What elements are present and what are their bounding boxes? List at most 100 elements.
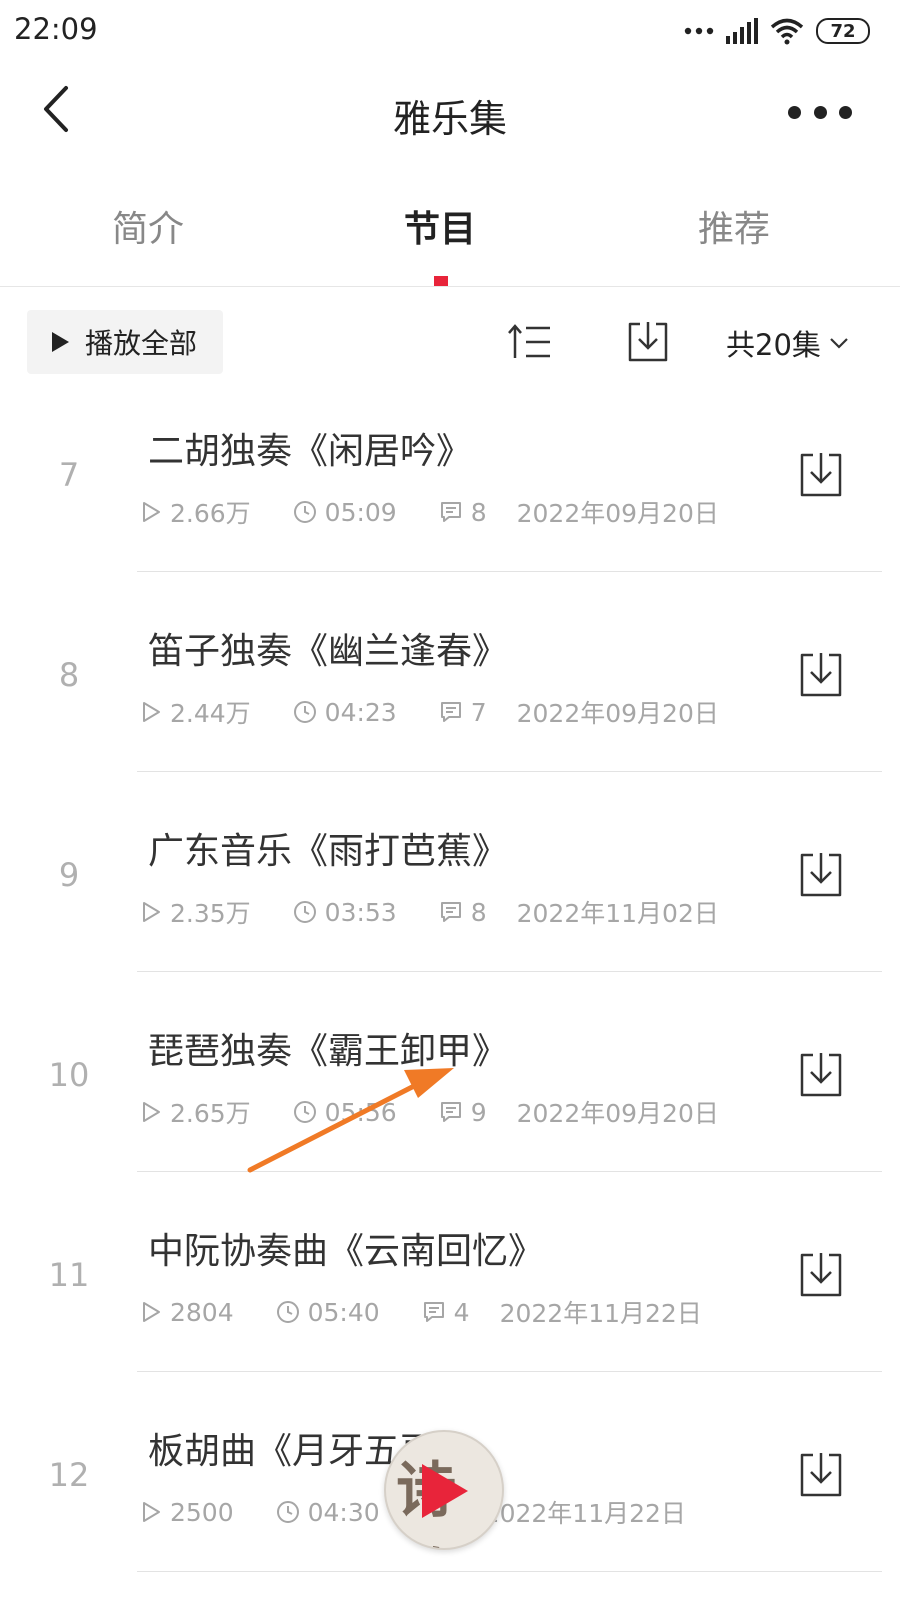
mini-player[interactable]: 诗歌 (384, 1430, 504, 1550)
duration: 05:40 (276, 1298, 380, 1327)
tab-intro[interactable]: 简介 (112, 200, 184, 252)
play-count: 2500 (138, 1498, 234, 1527)
play-count: 2.35万 (138, 894, 251, 930)
play-icon (52, 332, 69, 352)
battery-level: 72 (830, 20, 856, 42)
download-icon (800, 1253, 842, 1297)
clock-icon (293, 701, 316, 723)
status-time: 22:09 (14, 12, 98, 46)
tab-bar: 简介 节目 推荐 (0, 162, 900, 287)
more-dots-icon (684, 27, 714, 35)
episode-item[interactable]: 11 中阮协奏曲《云南回忆》 2804 05:40 4 2022年11月22日 (0, 1172, 900, 1372)
duration: 04:23 (293, 698, 397, 727)
duration: 04:30 (276, 1498, 380, 1527)
play-count-text: 2.65万 (170, 1099, 251, 1128)
comment-count: 8 (439, 498, 487, 527)
row-divider (137, 1571, 882, 1572)
play-count: 2804 (138, 1298, 234, 1327)
play-count-text: 2.44万 (170, 699, 251, 728)
episode-download-button[interactable] (796, 1250, 846, 1300)
play-all-button[interactable]: 播放全部 (27, 310, 223, 374)
duration-text: 05:40 (307, 1297, 380, 1327)
episode-title: 中阮协奏曲《云南回忆》 (148, 1231, 545, 1272)
comment-icon (440, 1102, 461, 1122)
clock-icon (293, 501, 316, 523)
episode-meta: 2804 05:40 4 2022年11月22日 (138, 1294, 702, 1330)
chevron-down-icon (830, 338, 848, 349)
comment-icon (440, 702, 461, 722)
download-icon (800, 653, 842, 697)
more-options-button[interactable] (788, 97, 852, 127)
episode-number: 11 (48, 1256, 90, 1294)
download-icon (628, 322, 668, 362)
play-count-text: 2.35万 (170, 899, 251, 928)
episode-number: 10 (48, 1056, 90, 1094)
play-count: 2.66万 (138, 494, 251, 530)
comment-icon (423, 1302, 444, 1322)
episode-title: 二胡独奏《闲居吟》 (148, 431, 473, 472)
episode-count-label: 共20集 (726, 328, 821, 362)
play-all-label: 播放全部 (85, 327, 198, 360)
clock-icon (293, 1101, 316, 1123)
play-outline-icon (143, 1502, 160, 1522)
duration-text: 03:53 (324, 897, 397, 927)
batch-download-button[interactable] (624, 318, 672, 366)
download-icon (800, 1453, 842, 1497)
episode-download-button[interactable] (796, 850, 846, 900)
play-icon (422, 1464, 468, 1518)
clock-icon (293, 901, 316, 923)
episode-number: 8 (58, 656, 80, 694)
download-icon (800, 853, 842, 897)
comment-icon (440, 502, 461, 522)
episode-count-selector[interactable]: 共20集 (726, 322, 849, 364)
publish-date: 2022年09月20日 (516, 499, 719, 528)
episode-item[interactable]: 8 笛子独奏《幽兰逢春》 2.44万 04:23 7 2022年09月20日 (0, 572, 900, 772)
comment-count: 8 (439, 898, 487, 927)
episode-item[interactable]: 9 广东音乐《雨打芭蕉》 2.35万 03:53 8 2022年11月02日 (0, 772, 900, 972)
play-outline-icon (143, 702, 160, 722)
comment-count: 7 (439, 698, 487, 727)
comment-count: 9 (439, 1098, 487, 1127)
episode-meta: 2.66万 05:09 8 2022年09月20日 (138, 494, 719, 530)
comment-count-text: 4 (453, 1297, 470, 1327)
clock-icon (276, 1501, 299, 1523)
episode-number: 12 (48, 1456, 90, 1494)
play-outline-icon (143, 502, 160, 522)
more-dot (839, 105, 852, 119)
play-count-text: 2804 (170, 1297, 234, 1327)
duration: 03:53 (293, 898, 397, 927)
sort-button[interactable] (506, 318, 554, 366)
episode-download-button[interactable] (796, 1450, 846, 1500)
duration-text: 05:09 (324, 497, 397, 527)
episode-download-button[interactable] (796, 1050, 846, 1100)
episode-download-button[interactable] (796, 450, 846, 500)
play-count: 2.65万 (138, 1094, 251, 1130)
episode-download-button[interactable] (796, 650, 846, 700)
back-button[interactable] (40, 84, 90, 140)
duration-text: 05:56 (324, 1097, 397, 1127)
episode-item[interactable]: 7 二胡独奏《闲居吟》 2.66万 05:09 8 2022年09月20日 (0, 372, 900, 572)
tab-recommend[interactable]: 推荐 (698, 200, 770, 252)
download-icon (800, 453, 842, 497)
comment-count-text: 7 (470, 697, 487, 727)
publish-date: 2022年09月20日 (516, 1099, 719, 1128)
play-count-text: 2500 (170, 1497, 234, 1527)
tab-episodes[interactable]: 节目 (404, 200, 476, 252)
comment-count-text: 8 (470, 897, 487, 927)
episode-item[interactable]: 10 琵琶独奏《霸王卸甲》 2.65万 05:56 9 2022年09月20日 (0, 972, 900, 1172)
episode-meta: 2.35万 03:53 8 2022年11月02日 (138, 894, 719, 930)
episode-meta: 2.65万 05:56 9 2022年09月20日 (138, 1094, 719, 1130)
page-title: 雅乐集 (392, 97, 507, 141)
episode-number: 7 (58, 456, 80, 494)
nav-bar: 雅乐集 (0, 62, 900, 162)
signal-icon (726, 18, 758, 44)
episode-title: 广东音乐《雨打芭蕉》 (148, 831, 509, 872)
download-icon (800, 1053, 842, 1097)
play-count: 2.44万 (138, 694, 251, 730)
active-tab-indicator (434, 276, 448, 286)
play-outline-icon (143, 902, 160, 922)
more-dot (788, 105, 801, 119)
episode-number: 9 (58, 856, 80, 894)
wifi-icon (770, 18, 804, 45)
duration-text: 04:30 (307, 1497, 380, 1527)
